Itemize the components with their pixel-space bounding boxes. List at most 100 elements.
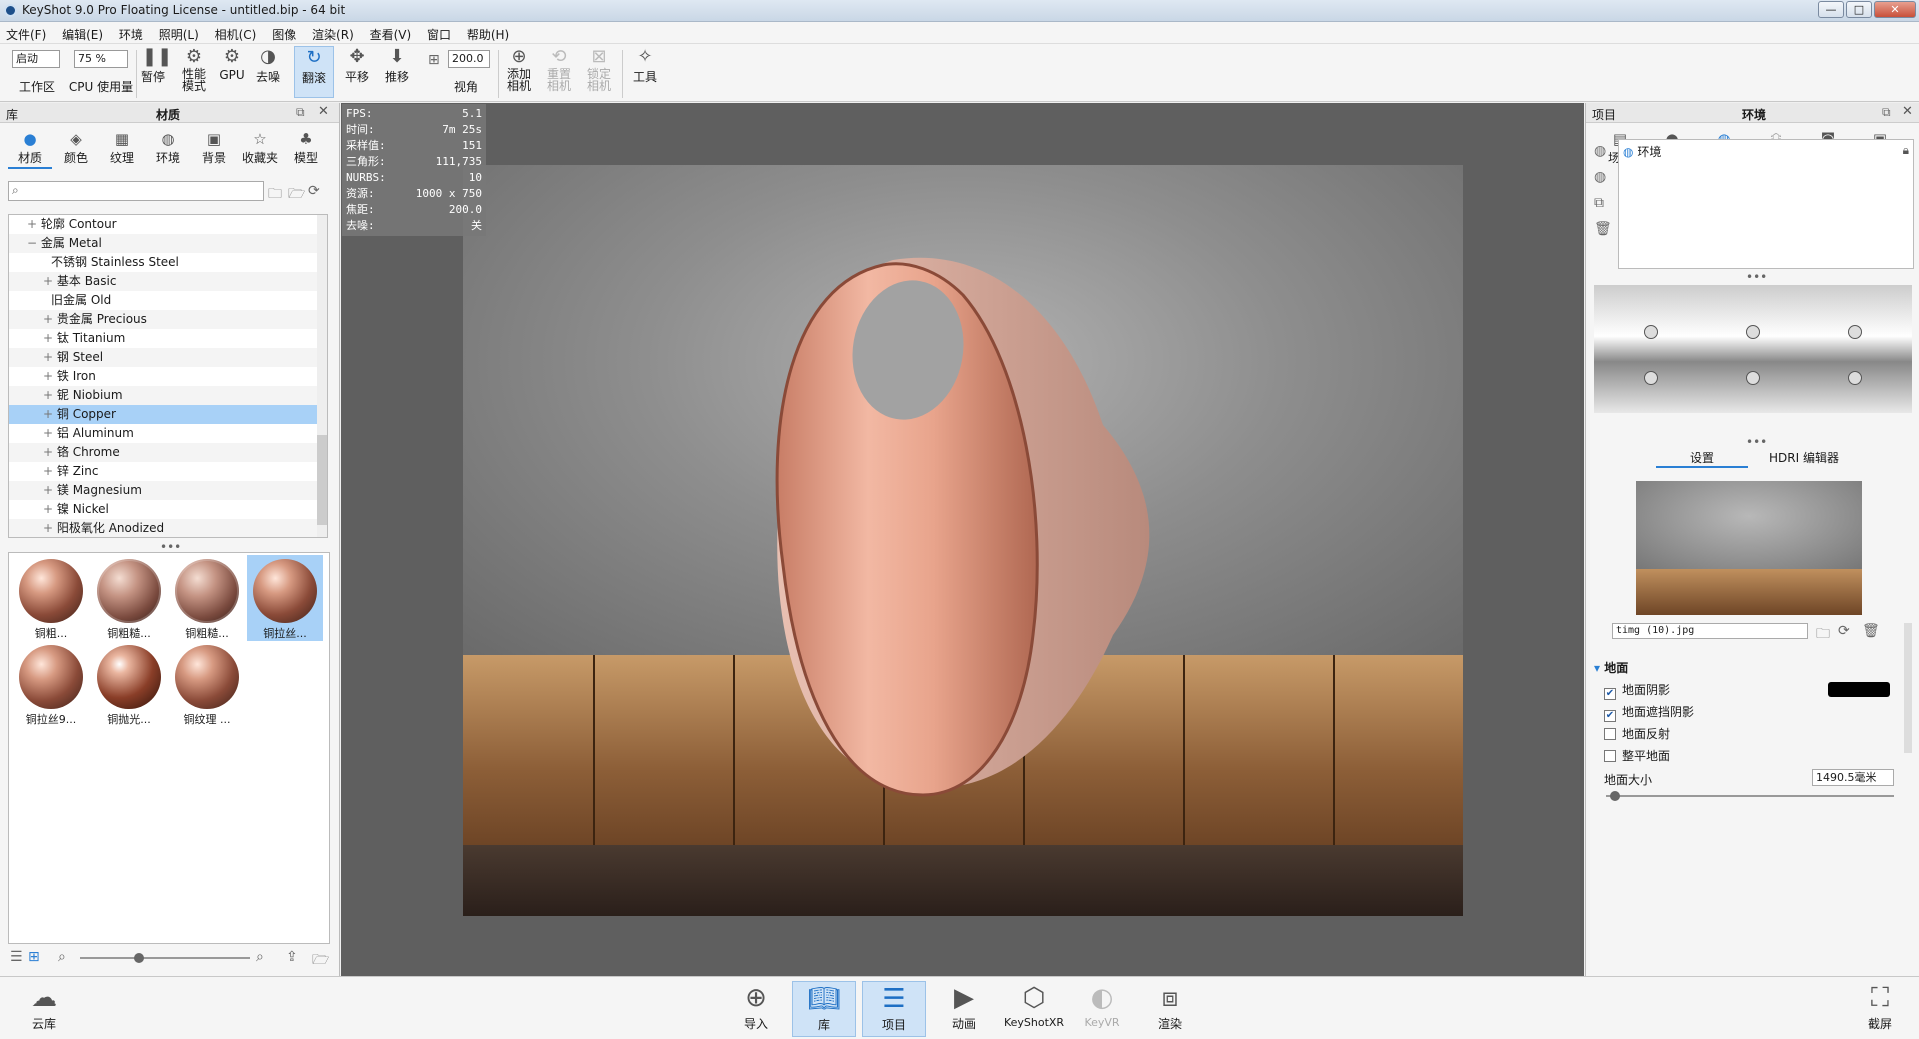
maximize-button[interactable]: □	[1846, 1, 1872, 18]
splitter-handle[interactable]: •••	[1746, 435, 1767, 449]
ground-size-slider[interactable]	[1606, 791, 1894, 801]
menu-window[interactable]: 窗口	[421, 22, 457, 43]
menu-environment[interactable]: 环境	[113, 22, 149, 43]
light-pin-icon[interactable]	[1848, 325, 1862, 339]
tab-colors[interactable]: ◈ 颜色	[54, 129, 98, 169]
subtab-settings[interactable]: 设置	[1656, 449, 1748, 468]
thumbnail-copper-2[interactable]: 铜粗糙...	[91, 555, 167, 641]
tree-item-iron[interactable]: + 铁 Iron	[9, 367, 327, 386]
copy-icon[interactable]: ⧉	[1594, 195, 1604, 211]
thumbnail-size-slider[interactable]	[80, 953, 250, 963]
workspace-select[interactable]: 启动	[12, 50, 60, 68]
menu-lighting[interactable]: 照明(L)	[153, 22, 205, 43]
light-pin-icon[interactable]	[1746, 371, 1760, 385]
light-pin-icon[interactable]	[1644, 371, 1658, 385]
tab-materials[interactable]: ● 材质	[8, 129, 52, 169]
import-button[interactable]: ⊕ 导入	[724, 981, 788, 1037]
light-pin-icon[interactable]	[1746, 325, 1760, 339]
list-view-icon[interactable]: ☰	[10, 949, 23, 965]
cloud-library-button[interactable]: ☁ 云库	[12, 981, 76, 1037]
minimize-button[interactable]: —	[1818, 1, 1844, 18]
fov-input[interactable]: 200.0	[448, 50, 490, 68]
add-environment-icon[interactable]: ◍	[1594, 143, 1606, 159]
close-panel-icon[interactable]: ✕	[318, 104, 329, 119]
splitter-handle[interactable]: •••	[1746, 270, 1767, 284]
denoise-button[interactable]: ◑ 去噪	[252, 46, 284, 85]
menu-view[interactable]: 查看(V)	[364, 22, 418, 43]
tree-item-precious[interactable]: + 贵金属 Precious	[9, 310, 327, 329]
thumbnail-copper-1[interactable]: 铜粗...	[13, 555, 89, 641]
menu-camera[interactable]: 相机(C)	[209, 22, 263, 43]
grid-view-icon[interactable]: ⊞	[28, 949, 40, 965]
tree-scrollbar[interactable]	[317, 215, 327, 537]
duplicate-environment-icon[interactable]: ◍	[1594, 169, 1606, 185]
reset-camera-button[interactable]: ⟲ 重置 相机	[542, 46, 576, 92]
environment-list-item[interactable]: ◍ 环境 🔒︎	[1619, 140, 1913, 163]
trash-icon[interactable]: 🗑︎	[1862, 623, 1880, 639]
tree-item-chrome[interactable]: + 铬 Chrome	[9, 443, 327, 462]
library-search-input[interactable]: ⌕	[8, 181, 264, 201]
ground-shadow-checkbox[interactable]: ✔ 地面阴影	[1604, 681, 1670, 700]
close-button[interactable]: ✕	[1874, 1, 1916, 18]
shadow-color-swatch[interactable]	[1828, 682, 1890, 697]
subtab-hdri-editor[interactable]: HDRI 编辑器	[1754, 449, 1854, 466]
tree-item-copper[interactable]: + 铜 Copper	[9, 405, 327, 424]
library-button[interactable]: 📖︎ 库	[792, 981, 856, 1037]
tree-item-zinc[interactable]: + 锌 Zinc	[9, 462, 327, 481]
ground-section-header[interactable]: ▾ 地面	[1594, 659, 1628, 676]
folder-add-icon[interactable]: 🗁	[288, 183, 305, 207]
tree-item-old[interactable]: 旧金属 Old	[9, 291, 327, 310]
ground-reflection-checkbox[interactable]: 地面反射	[1604, 725, 1670, 742]
folder-sync-icon[interactable]: 🗁	[312, 949, 329, 973]
dolly-button[interactable]: ⬇ 推移	[380, 46, 414, 85]
tools-button[interactable]: ✧ 工具	[628, 46, 662, 85]
gpu-button[interactable]: ⚙ GPU	[218, 46, 246, 82]
thumbnail-copper-polished[interactable]: 铜抛光...	[91, 641, 167, 727]
refresh-icon[interactable]: ⟳	[1838, 623, 1850, 639]
light-pin-icon[interactable]	[1848, 371, 1862, 385]
float-panel-icon[interactable]: ⧉	[296, 105, 305, 120]
float-panel-icon[interactable]: ⧉	[1882, 105, 1891, 120]
tree-item-metal[interactable]: − 金属 Metal	[9, 234, 327, 253]
tree-item-niobium[interactable]: + 铌 Niobium	[9, 386, 327, 405]
refresh-icon[interactable]: ⟳	[308, 183, 320, 199]
hdri-light-preview[interactable]	[1594, 285, 1912, 413]
thumbnail-copper-texture[interactable]: 铜纹理 ...	[169, 641, 245, 727]
panel-scrollbar[interactable]	[1904, 623, 1912, 753]
tree-item-titanium[interactable]: + 钛 Titanium	[9, 329, 327, 348]
menu-help[interactable]: 帮助(H)	[461, 22, 515, 43]
pan-button[interactable]: ✥ 平移	[340, 46, 374, 85]
tree-item-aluminum[interactable]: + 铝 Aluminum	[9, 424, 327, 443]
hdri-file-field[interactable]: timg (10).jpg	[1612, 623, 1808, 639]
ground-occlusion-checkbox[interactable]: ✔ 地面遮挡阴影	[1604, 703, 1694, 722]
tab-textures[interactable]: ▦ 纹理	[100, 129, 144, 169]
tree-item-anodized[interactable]: + 阳极氧化 Anodized	[9, 519, 327, 537]
menu-edit[interactable]: 编辑(E)	[56, 22, 109, 43]
add-camera-button[interactable]: ⊕ 添加 相机	[502, 46, 536, 92]
cpu-usage-select[interactable]: 75 %	[74, 50, 128, 68]
delete-icon[interactable]: 🗑︎	[1594, 221, 1612, 237]
lock-camera-button[interactable]: ⊠ 锁定 相机	[582, 46, 616, 92]
animation-button[interactable]: ▶ 动画	[932, 981, 996, 1037]
menu-render[interactable]: 渲染(R)	[306, 22, 360, 43]
screenshot-button[interactable]: ⛶ 截屏	[1848, 981, 1912, 1037]
menu-file[interactable]: 文件(F)	[0, 22, 52, 43]
performance-mode-button[interactable]: ⚙ 性能 模式	[176, 46, 212, 92]
tree-item-nickel[interactable]: + 镍 Nickel	[9, 500, 327, 519]
close-panel-icon[interactable]: ✕	[1902, 104, 1913, 119]
tree-item-basic[interactable]: + 基本 Basic	[9, 272, 327, 291]
light-pin-icon[interactable]	[1644, 325, 1658, 339]
menu-image[interactable]: 图像	[266, 22, 302, 43]
tab-models[interactable]: ♣ 模型	[284, 129, 328, 169]
tree-item-magnesium[interactable]: + 镁 Magnesium	[9, 481, 327, 500]
thumbnail-copper-5[interactable]: 铜拉丝9...	[13, 641, 89, 727]
zoom-in-icon[interactable]: ⌕	[256, 949, 264, 965]
ground-size-input[interactable]: 1490.5毫米	[1812, 769, 1894, 786]
tab-environments[interactable]: ◍ 环境	[146, 129, 190, 169]
tab-backplates[interactable]: ▣ 背景	[192, 129, 236, 169]
tab-favorites[interactable]: ☆ 收藏夹	[238, 129, 282, 169]
tree-item-contour[interactable]: + 轮廓 Contour	[9, 215, 327, 234]
thumbnail-copper-brushed[interactable]: 铜拉丝...	[247, 555, 323, 641]
project-button[interactable]: ☰ 项目	[862, 981, 926, 1037]
zoom-out-icon[interactable]: ⌕	[58, 949, 66, 965]
